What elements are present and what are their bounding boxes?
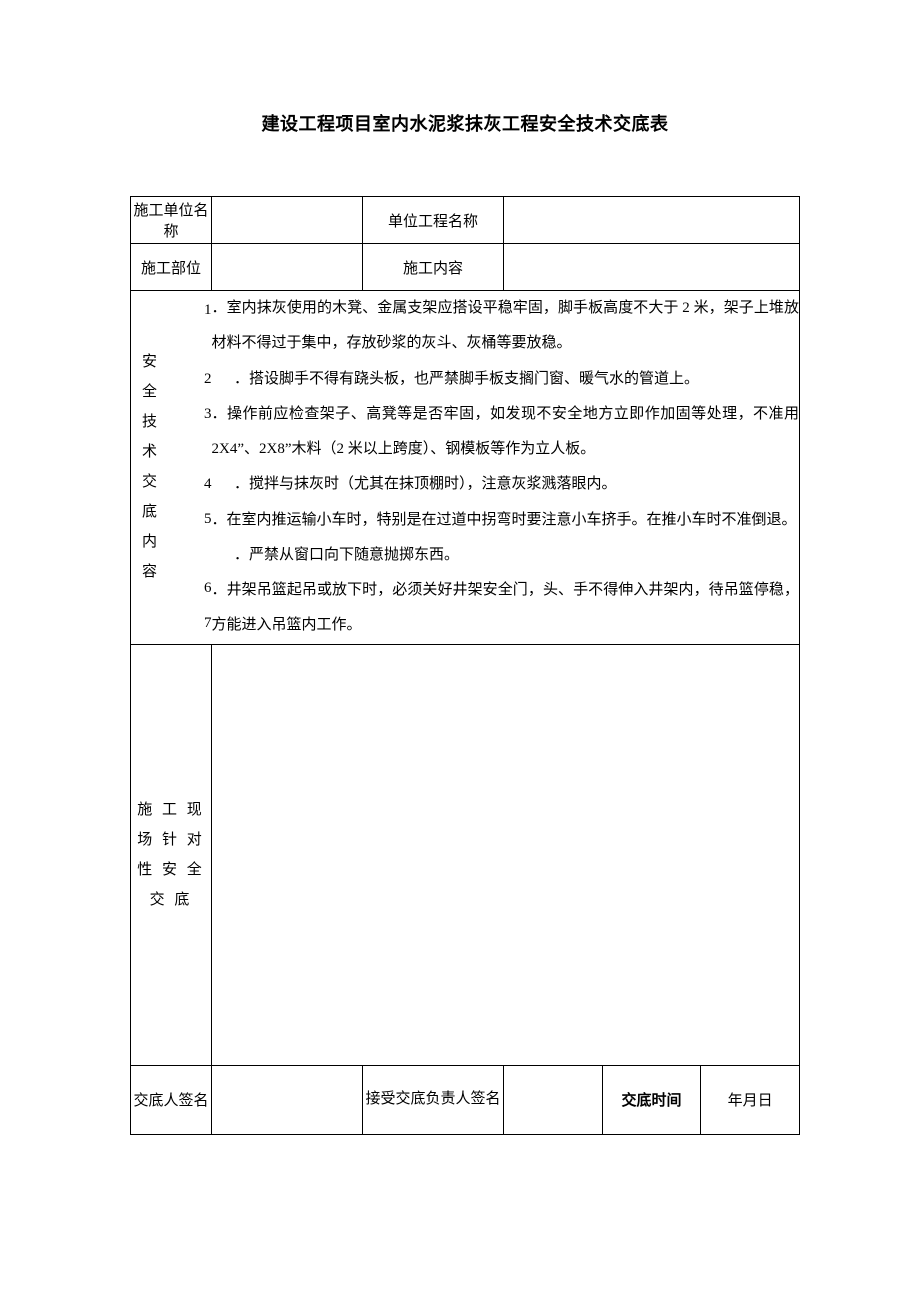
clause-text: ．室内抹灰使用的木凳、金属支架应搭设平稳牢固，脚手板高度不大于 2 米，架子上堆… xyxy=(212,291,800,362)
clause-text: ．搅拌与抹灰时（尤其在抹顶棚时），注意灰浆溅落眼内。 xyxy=(212,467,800,502)
section-label-safety-content: 安 全 技 术 交 底 内 容 xyxy=(131,291,172,645)
clause-text: ．井架吊篮起吊或放下时，必须关好井架安全门，头、手不得伸入井架内，待吊篮停稳，方… xyxy=(212,573,800,644)
clause-no: 1 xyxy=(171,293,212,328)
clause-no: 7 xyxy=(171,606,212,641)
label-project-name: 单位工程名称 xyxy=(363,197,504,244)
value-project-name[interactable] xyxy=(504,197,800,244)
label-construction-unit: 施工单位名称 xyxy=(131,197,212,244)
label-construction-content: 施工内容 xyxy=(363,244,504,291)
label-receiver-signature: 接受交底负责人签名 xyxy=(363,1065,504,1134)
clause-no: 6 xyxy=(171,571,212,606)
site-specific-content[interactable] xyxy=(212,644,800,1065)
safety-content-body: ．室内抹灰使用的木凳、金属支架应搭设平稳牢固，脚手板高度不大于 2 米，架子上堆… xyxy=(212,291,800,645)
clause-text: ．在室内推运输小车时，特别是在过道中拐弯时要注意小车挤手。在推小车时不准倒退。 xyxy=(212,503,800,538)
clause-no: 3 xyxy=(171,397,212,432)
clause-number-column: 1 2 3 4 5 6 7 xyxy=(171,291,212,645)
label-disclosure-time: 交底时间 xyxy=(602,1065,701,1134)
label-discloser-signature: 交底人签名 xyxy=(131,1065,212,1134)
value-construction-unit[interactable] xyxy=(212,197,363,244)
clause-no: 4 xyxy=(171,467,212,502)
form-table: 施工单位名称 单位工程名称 施工部位 施工内容 安 全 技 术 交 底 内 容 … xyxy=(130,196,800,1135)
value-construction-part[interactable] xyxy=(212,244,363,291)
section-label-site-specific: 施 工 现 场 针 对 性 安 全 交 底 xyxy=(131,644,212,1065)
clause-text: ．严禁从窗口向下随意抛掷东西。 xyxy=(212,538,800,573)
value-receiver-signature[interactable] xyxy=(504,1065,603,1134)
value-disclosure-time[interactable]: 年月日 xyxy=(701,1065,800,1134)
page-title: 建设工程项目室内水泥浆抹灰工程安全技术交底表 xyxy=(130,110,800,136)
clause-no: 2 xyxy=(171,362,212,397)
label-construction-part: 施工部位 xyxy=(131,244,212,291)
value-discloser-signature[interactable] xyxy=(212,1065,363,1134)
clause-no: 5 xyxy=(171,502,212,537)
clause-text: ．搭设脚手不得有跷头板，也严禁脚手板支搁门窗、暖气水的管道上。 xyxy=(212,362,800,397)
value-construction-content[interactable] xyxy=(504,244,800,291)
clause-text: ．操作前应检查架子、高凳等是否牢固，如发现不安全地方立即作加固等处理，不准用 2… xyxy=(212,397,800,468)
